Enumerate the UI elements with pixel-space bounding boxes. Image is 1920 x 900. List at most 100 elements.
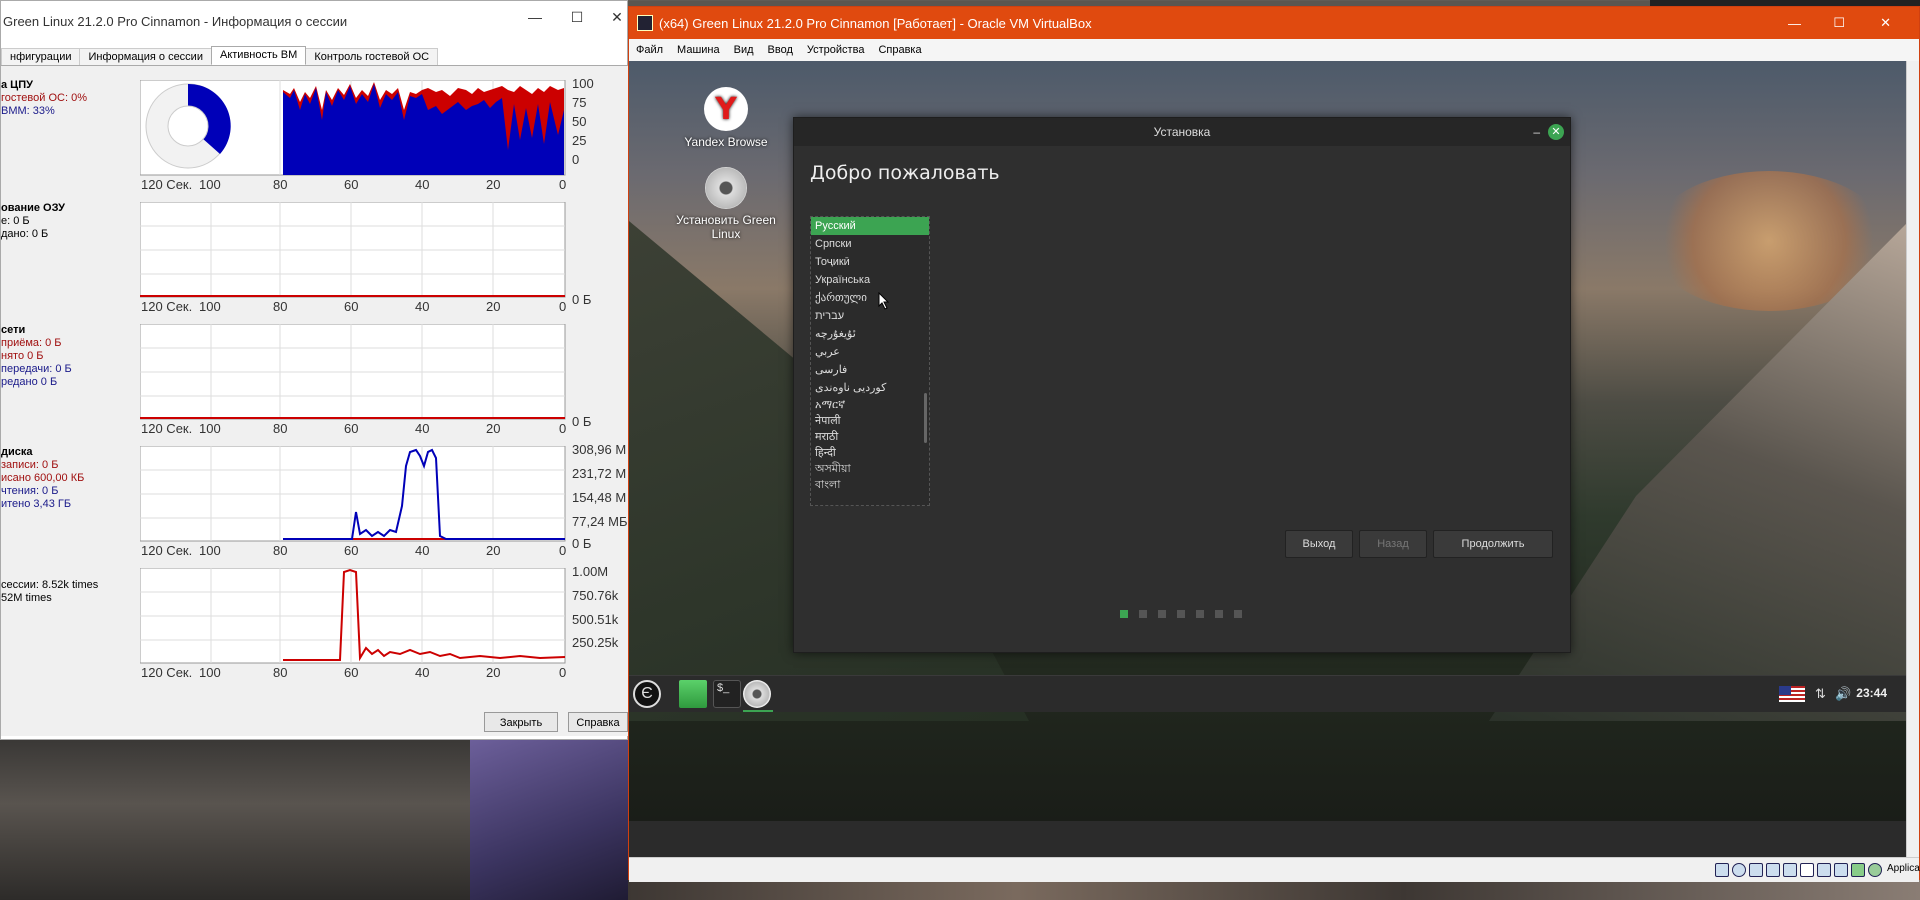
disk-graph [140,446,566,542]
tab-guest-control[interactable]: Контроль гостевой ОС [305,48,439,66]
x-label-120: 120 Сек. [141,421,193,436]
tab-vm-activity-panel: а ЦПУ гостевой ОС: 0% ВММ: 33% ование ОЗ… [1,65,629,736]
desktop-icon-install[interactable]: Установить Green Linux [671,167,781,241]
language-item[interactable]: فارسی [811,361,929,379]
us-flag-icon[interactable] [1779,686,1805,702]
hdd-status-icon[interactable] [1715,863,1729,877]
language-item[interactable]: ქართული [811,289,929,307]
network-status-icon[interactable] [1766,863,1780,877]
x-label-0: 0 [559,665,567,680]
menu-view[interactable]: Вид [734,44,754,56]
shared-folders-icon[interactable] [1800,863,1814,877]
language-item[interactable]: বাংলা [811,477,929,493]
panel-clock[interactable]: 23:44 [1856,686,1887,700]
vbox-minimize-button[interactable]: — [1788,16,1801,31]
desktop-icon-yandex[interactable]: Y Yandex Browse [671,87,781,149]
display-status-icon[interactable] [1817,863,1831,877]
menu-icon[interactable]: Є [633,680,661,708]
language-item[interactable]: کوردیی ناوەندی [811,379,929,397]
maximize-button[interactable]: ☐ [557,9,597,26]
language-item[interactable]: ئۇيغۇرچە [811,325,929,343]
disk-read-total: итено 3,43 ГБ [1,498,72,510]
desktop-wallpaper-figure [470,740,630,900]
optical-drive-icon[interactable] [1732,863,1746,877]
network-icon[interactable]: ⇅ [1815,686,1831,702]
mouse-integration-icon[interactable] [1868,863,1882,877]
language-list[interactable]: Русский Српски Тоҷикӣ Українська ქართული… [810,216,930,506]
language-item[interactable]: Русский [811,217,929,235]
installer-minimize-button[interactable]: – [1533,118,1540,146]
step-dot [1196,610,1204,618]
minimize-button[interactable]: — [515,9,555,25]
language-item[interactable]: Тоҷикӣ [811,253,929,271]
yandex-browser-icon: Y [704,87,748,131]
x-label-100: 100 [199,665,221,680]
x-label-100: 100 [199,299,221,314]
menu-file[interactable]: Файл [636,44,663,56]
language-item[interactable]: অসমীয়া [811,461,929,477]
language-item[interactable]: मराठी [811,429,929,445]
x-label-0: 0 [559,177,567,192]
quit-button[interactable]: Выход [1285,530,1353,558]
installer-titlebar[interactable]: Установка – ✕ [794,118,1570,146]
x-label-0: 0 [559,543,567,558]
desktop-icon-label: Yandex Browse [684,135,768,149]
tab-session-info[interactable]: Информация о сессии [79,48,212,66]
language-item[interactable]: नेपाली [811,413,929,429]
session-info-window: Green Linux 21.2.0 Pro Cinnamon - Информ… [0,0,629,740]
x-label-40: 40 [415,543,430,558]
vm-display[interactable]: Y Yandex Browse Установить Green Linux У… [629,61,1909,821]
x-label-100: 100 [199,543,221,558]
cpu-pie [145,83,231,169]
menu-devices[interactable]: Устройства [807,44,865,56]
desktop-icon-label: Установить Green Linux [676,213,776,241]
files-icon[interactable] [679,680,707,708]
vbox-close-button[interactable]: ✕ [1880,15,1891,31]
step-dot [1177,610,1185,618]
x-label-80: 80 [273,177,288,192]
x-label-20: 20 [486,543,501,558]
desktop-wallpaper-bottom [628,880,1920,900]
x-label-60: 60 [344,177,359,192]
vbox-maximize-button[interactable]: ☐ [1833,15,1845,31]
help-button[interactable]: Справка [568,712,628,732]
language-item[interactable]: عربي [811,343,929,361]
language-item[interactable]: Українська [811,271,929,289]
language-item[interactable]: አማርኛ [811,397,929,413]
ram-graph [140,202,566,298]
language-item[interactable]: עברית [811,307,929,325]
cpu-status-icon[interactable] [1851,863,1865,877]
tab-vm-activity[interactable]: Активность ВМ [210,46,307,64]
usb-status-icon[interactable] [1783,863,1797,877]
vbox-titlebar[interactable]: (x64) Green Linux 21.2.0 Pro Cinnamon [Р… [629,7,1919,39]
installer-taskbar-icon[interactable] [743,680,771,708]
installer-close-button[interactable]: ✕ [1548,124,1564,140]
audio-status-icon[interactable] [1749,863,1763,877]
x-label-40: 40 [415,299,430,314]
vbox-scrollbar[interactable] [1906,61,1919,857]
menu-help[interactable]: Справка [878,44,921,56]
vmexit-line-2: 52M times [1,592,52,604]
step-dot [1234,610,1242,618]
tab-configuration[interactable]: нфигурации [1,48,81,66]
continue-button[interactable]: Продолжить [1433,530,1553,558]
menu-input[interactable]: Ввод [768,44,793,56]
x-label-80: 80 [273,299,288,314]
disk-write-rate: записи: 0 Б [1,459,59,471]
language-item[interactable]: हिन्दी [811,445,929,461]
cpu-vmm-label: ВММ: 33% [1,105,55,117]
vmexit-y-2: 750.76k [572,588,619,603]
menu-machine[interactable]: Машина [677,44,720,56]
back-button[interactable]: Назад [1359,530,1427,558]
volume-icon[interactable]: 🔊 [1835,686,1851,702]
install-disc-icon [705,167,747,209]
x-label-80: 80 [273,421,288,436]
net-rx-total: нято 0 Б [1,350,44,362]
language-list-scrollbar[interactable] [924,393,927,443]
recording-icon[interactable] [1834,863,1848,877]
virtualbox-window: (x64) Green Linux 21.2.0 Pro Cinnamon [Р… [628,6,1920,882]
language-item[interactable]: Српски [811,235,929,253]
terminal-icon[interactable]: $_ [713,680,741,708]
close-button[interactable]: Закрыть [484,712,558,732]
vmexit-legend: сессии: 8.52k times 52M times [1,579,98,605]
